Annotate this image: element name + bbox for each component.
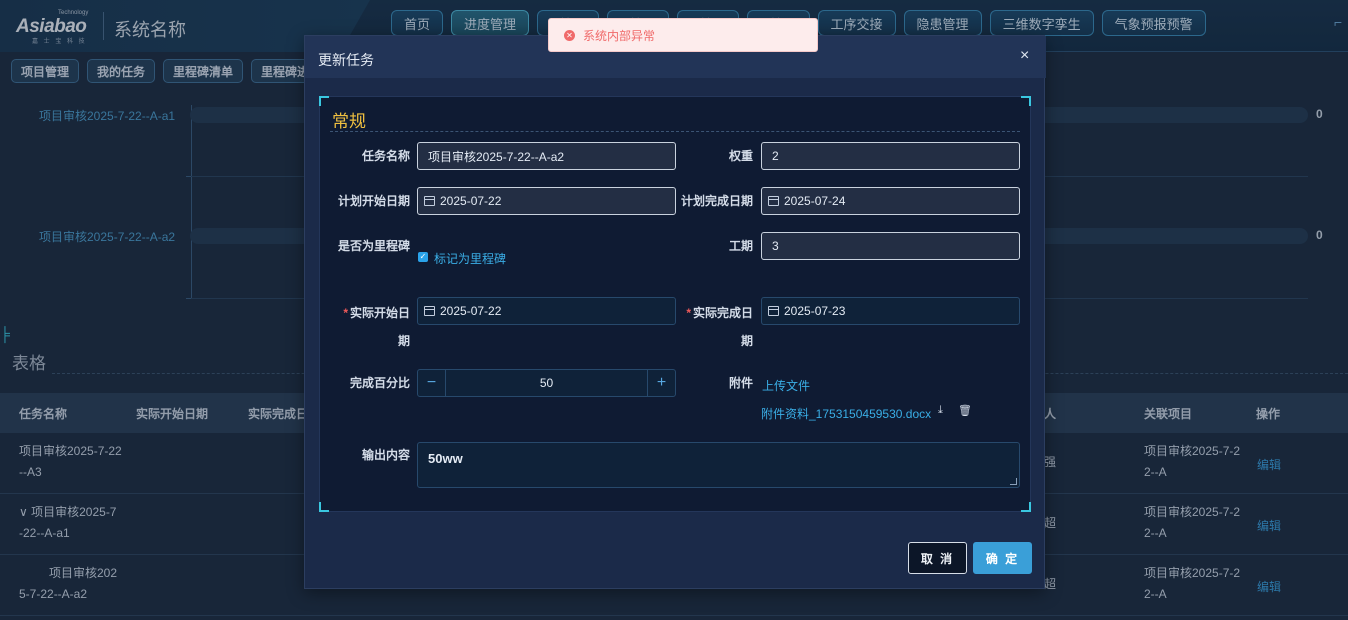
download-icon[interactable]: ⤓ [938,404,943,417]
update-task-dialog: 更新任务 × 常规 任务名称 项目审核2025-7-22--A-a2 权重 2 … [304,35,1046,589]
attachment-file-link[interactable]: 附件资料_1753150459530.docx [761,405,931,422]
actual-start-date-picker[interactable]: 2025-07-22 [417,297,676,325]
percent-label: 完成百分比 [349,376,410,390]
section-title: 常规 [332,112,366,131]
close-icon[interactable]: × [1020,47,1029,65]
plan-start-label: 计划开始日期 [337,194,410,208]
attachment-label: 附件 [728,376,753,390]
milestone-check-label[interactable]: 标记为里程碑 [434,250,506,267]
dialog-title: 更新任务 [318,52,374,68]
corner-decoration [319,502,329,512]
weight-label: 权重 [728,149,753,163]
confirm-button[interactable]: 确 定 [973,542,1032,574]
percent-value[interactable]: 50 [446,376,647,390]
calendar-icon [768,306,779,316]
calendar-icon [424,196,435,206]
actual-start-label: * 实际开始日期 [343,306,410,348]
corner-decoration [319,96,329,106]
plan-end-date-picker[interactable]: 2025-07-24 [761,187,1020,215]
corner-decoration [1021,96,1031,106]
duration-input[interactable]: 3 [761,232,1020,260]
upload-file-link[interactable]: 上传文件 [762,377,810,394]
toast-message: 系统内部异常 [583,28,656,43]
milestone-checkbox[interactable]: ✓ [418,252,428,262]
actual-end-value: 2025-07-23 [784,304,846,318]
output-textarea[interactable]: 50ww [417,442,1020,488]
corner-decoration [1021,502,1031,512]
actual-end-date-picker[interactable]: 2025-07-23 [761,297,1020,325]
plan-end-label: 计划完成日期 [680,194,753,208]
task-name-input[interactable]: 项目审核2025-7-22--A-a2 [417,142,676,170]
resize-handle-icon[interactable] [1010,478,1017,485]
general-form-panel: 常规 任务名称 项目审核2025-7-22--A-a2 权重 2 计划开始日期 … [319,96,1031,512]
output-value: 50ww [428,451,463,466]
output-label: 输出内容 [361,448,410,462]
delete-icon[interactable]: 🗑 [958,404,972,417]
error-toast: ✕ 系统内部异常 [548,18,818,52]
calendar-icon [768,196,779,206]
actual-end-label: * 实际完成日期 [686,306,753,348]
milestone-label: 是否为里程碑 [337,239,410,253]
actual-start-value: 2025-07-22 [440,304,502,318]
task-name-label: 任务名称 [361,149,410,163]
plan-start-date-picker[interactable]: 2025-07-22 [417,187,676,215]
weight-input[interactable]: 2 [761,142,1020,170]
decrement-button[interactable]: − [418,370,446,396]
percent-stepper: − 50 + [417,369,676,397]
plan-end-value: 2025-07-24 [784,194,846,208]
cancel-button[interactable]: 取 消 [908,542,967,574]
duration-label: 工期 [728,239,753,253]
plan-start-value: 2025-07-22 [440,194,502,208]
calendar-icon [424,306,435,316]
section-divider [330,131,1020,132]
error-icon: ✕ [564,29,575,41]
